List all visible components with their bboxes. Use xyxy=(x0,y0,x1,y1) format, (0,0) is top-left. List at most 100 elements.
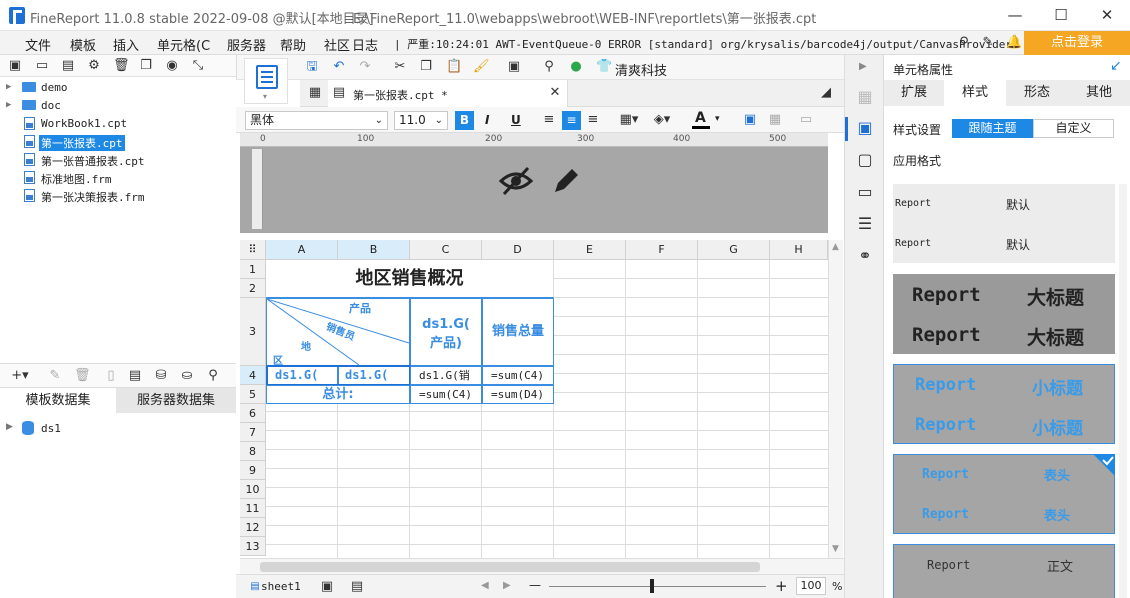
dataset-manage-icon[interactable]: ▤ xyxy=(128,369,142,383)
template-icon[interactable]: ▤ xyxy=(61,59,75,73)
tab-shape[interactable]: 形态 xyxy=(1006,80,1068,106)
template-param-icon[interactable]: ▣ xyxy=(507,60,521,74)
scroll-up-icon[interactable]: ▲ xyxy=(832,242,839,252)
zoom-slider-track[interactable] xyxy=(549,586,766,587)
delete-icon[interactable]: 🗑 xyxy=(74,369,91,383)
bold-button[interactable]: B xyxy=(455,111,474,130)
row-header-12[interactable]: 12 xyxy=(240,518,266,537)
row-header-7[interactable]: 7 xyxy=(240,423,266,442)
cell-d4[interactable]: =sum(C4) xyxy=(482,366,554,385)
format-painter-icon[interactable]: 🖌 xyxy=(473,60,490,74)
expand-panel-icon[interactable]: ▶ xyxy=(859,61,867,72)
tab-other[interactable]: 其他 xyxy=(1068,80,1130,106)
style-card-big-title[interactable]: Report 大标题 Report 大标题 xyxy=(893,274,1115,354)
column-header-f[interactable]: F xyxy=(626,240,698,260)
open-folder-icon[interactable]: ▭ xyxy=(35,59,49,73)
font-family-select[interactable]: 黑体 ⌄ xyxy=(245,111,388,130)
select-all-corner[interactable]: ⠿ xyxy=(240,240,266,260)
row-header-4[interactable]: 4 xyxy=(240,366,266,385)
delete-icon[interactable]: 🗑 xyxy=(113,59,130,73)
panel-scrollbar[interactable] xyxy=(1119,184,1127,598)
underline-button[interactable]: U xyxy=(511,113,521,127)
close-button[interactable]: ✕ xyxy=(1084,0,1130,31)
tab-first-report[interactable]: ▤ 第一张报表.cpt * ✕ xyxy=(328,80,568,107)
follow-theme-button[interactable]: 跟随主题 xyxy=(952,119,1033,138)
chevron-down-icon[interactable]: ▾ xyxy=(715,114,720,124)
column-header-e[interactable]: E xyxy=(554,240,626,260)
undo-icon[interactable]: ↶ xyxy=(332,60,346,74)
expand-arrow-icon[interactable]: ▶ xyxy=(6,100,11,110)
tree-item-workbook1[interactable]: WorkBook1.cpt xyxy=(0,115,236,132)
add-dataset-icon[interactable]: +▾ xyxy=(8,369,32,383)
new-file-icon[interactable]: ▣ xyxy=(8,59,22,73)
tree-item-demo[interactable]: ▶ demo xyxy=(0,79,236,96)
style-card-subtitle[interactable]: Report 小标题 Report 小标题 xyxy=(893,364,1115,444)
row-header-11[interactable]: 11 xyxy=(240,499,266,518)
cell-element-icon[interactable]: ▢ xyxy=(856,152,874,171)
tree-item-first-decision-report[interactable]: 第一张决策报表.frm xyxy=(0,187,236,204)
zoom-slider-thumb[interactable] xyxy=(650,579,654,593)
menu-help[interactable]: 帮助 xyxy=(280,35,306,54)
add-report-icon[interactable]: ▤ xyxy=(350,580,364,594)
copy-icon[interactable]: ❐ xyxy=(419,60,433,74)
tab-template-dataset[interactable]: 模板数据集 xyxy=(0,388,116,414)
tab-menu-icon[interactable]: ◢ xyxy=(819,86,833,100)
tree-item-first-report[interactable]: 第一张报表.cpt xyxy=(0,133,236,151)
shirt-icon[interactable]: 👕 xyxy=(596,60,612,74)
cell-ab5-total[interactable]: 总计: xyxy=(266,385,410,404)
row-header-13[interactable]: 13 xyxy=(240,537,266,556)
zoom-out-button[interactable]: — xyxy=(529,578,541,592)
menu-template[interactable]: 模板 xyxy=(70,35,96,54)
chart-icon[interactable]: ▦ xyxy=(856,89,874,108)
vertical-scrollbar[interactable]: ▲ ▼ xyxy=(828,240,843,558)
grid-icon[interactable]: ▦ xyxy=(308,86,322,100)
scroll-thumb[interactable] xyxy=(260,562,760,572)
cell-c3[interactable]: ds1.G( 产品) xyxy=(410,298,482,366)
scroll-down-icon[interactable]: ▼ xyxy=(832,544,839,554)
maximize-button[interactable]: ☐ xyxy=(1038,0,1084,31)
tab-style[interactable]: 样式 xyxy=(944,80,1006,106)
collapse-icon[interactable]: ⤡ xyxy=(191,59,205,73)
fill-color-icon[interactable]: ◈▾ xyxy=(650,113,674,127)
custom-style-button[interactable]: 自定义 xyxy=(1033,119,1114,138)
align-left-icon[interactable]: ≡ xyxy=(542,113,556,127)
copy-icon[interactable]: ❐ xyxy=(139,59,153,73)
row-header-9[interactable]: 9 xyxy=(240,461,266,480)
horizontal-scrollbar[interactable] xyxy=(240,558,844,574)
tab-server-dataset[interactable]: 服务器数据集 xyxy=(116,388,236,414)
edit-note-icon[interactable]: ✎ xyxy=(981,36,995,50)
login-button[interactable]: 点击登录 xyxy=(1024,31,1130,55)
merge-icon[interactable]: ▦ xyxy=(768,113,782,127)
edit-icon[interactable]: ✎ xyxy=(48,369,62,383)
bell-icon[interactable]: 🔔 xyxy=(1006,36,1022,50)
expand-arrow-icon[interactable]: ▶ xyxy=(6,82,11,92)
style-card-body[interactable]: Report 正文 xyxy=(893,544,1115,598)
menu-insert[interactable]: 插入 xyxy=(113,35,139,54)
add-sheet-icon[interactable]: ▣ xyxy=(320,580,334,594)
row-header-3[interactable]: 3 xyxy=(240,298,266,366)
check-icon[interactable]: ● xyxy=(569,60,583,74)
paste-icon[interactable]: 📋 xyxy=(446,60,462,74)
font-color-icon[interactable]: A xyxy=(695,110,706,126)
settings-icon[interactable]: ⚙ xyxy=(87,59,101,73)
row-header-5[interactable]: 5 xyxy=(240,385,266,404)
wrap-icon[interactable]: ▭ xyxy=(799,113,813,127)
font-size-select[interactable]: 11.0 ⌄ xyxy=(394,111,448,130)
column-header-b[interactable]: B xyxy=(338,240,410,260)
cut-icon[interactable]: ✂ xyxy=(393,60,407,74)
style-card-default[interactable]: Report 默认 Report 默认 xyxy=(893,184,1115,263)
row-header-6[interactable]: 6 xyxy=(240,404,266,423)
italic-button[interactable]: I xyxy=(485,113,489,127)
database-icon[interactable]: ⛁ xyxy=(154,369,168,383)
cell-d5[interactable]: =sum(D4) xyxy=(482,385,554,404)
tree-item-first-normal-report[interactable]: 第一张普通报表.cpt xyxy=(0,151,236,168)
column-header-a[interactable]: A xyxy=(266,240,338,260)
menu-log[interactable]: 日志 xyxy=(352,35,378,54)
cell-c5[interactable]: =sum(C4) xyxy=(410,385,482,404)
search-icon[interactable]: ⚲ xyxy=(957,36,971,50)
diagonal-header-cell[interactable]: 产品 销售员 地 区 xyxy=(266,298,410,367)
column-header-g[interactable]: G xyxy=(698,240,770,260)
hyperlink-icon[interactable]: ⚭ xyxy=(856,248,874,267)
menu-server[interactable]: 服务器 xyxy=(227,35,266,54)
column-header-h[interactable]: H xyxy=(770,240,828,260)
